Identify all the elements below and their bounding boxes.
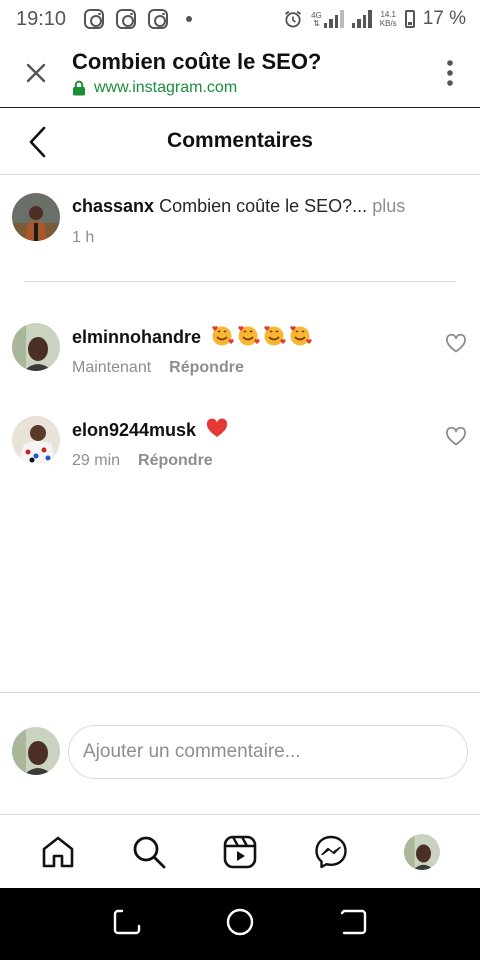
instagram-notification-icon bbox=[116, 9, 137, 29]
comment-username[interactable]: elon9244musk bbox=[72, 420, 196, 440]
avatar-image bbox=[12, 727, 60, 775]
red-heart-icon bbox=[206, 418, 228, 437]
comment-input[interactable] bbox=[68, 725, 468, 779]
close-tab-button[interactable] bbox=[0, 62, 72, 84]
network-speed: 14.1 KB/s bbox=[379, 10, 397, 28]
comment-item: elon9244musk 29 min Répondre bbox=[12, 416, 468, 470]
back-button[interactable] bbox=[28, 124, 58, 160]
search-icon bbox=[133, 836, 166, 868]
messenger-icon bbox=[315, 835, 347, 868]
comment-emoji bbox=[210, 323, 312, 347]
browser-toolbar: Combien coûte le SEO? www.instagram.com bbox=[0, 38, 480, 108]
nav-search-button[interactable] bbox=[129, 832, 169, 872]
battery-percent: 17 % bbox=[422, 8, 466, 29]
recents-button[interactable] bbox=[112, 907, 142, 942]
close-icon bbox=[26, 63, 46, 82]
lock-icon bbox=[73, 80, 85, 95]
system-navigation-bar bbox=[0, 888, 480, 960]
avatar[interactable] bbox=[12, 323, 60, 371]
home-system-button[interactable] bbox=[225, 907, 255, 942]
header-title: Commentaires bbox=[167, 129, 313, 152]
comment-emoji bbox=[205, 416, 229, 440]
caption-time: 1 h bbox=[72, 229, 95, 246]
avatar bbox=[12, 727, 60, 775]
post-caption: chassanx Combien coûte le SEO?... plus 1… bbox=[12, 193, 468, 247]
comment-time: Maintenant bbox=[72, 359, 152, 376]
caption-text: Combien coûte le SEO?... bbox=[159, 196, 368, 216]
smiling-face-with-hearts-icon bbox=[212, 326, 234, 346]
nav-messenger-button[interactable] bbox=[311, 832, 351, 872]
alarm-icon bbox=[285, 10, 302, 28]
caption-username[interactable]: chassanx bbox=[72, 196, 154, 216]
avatar-image bbox=[12, 416, 60, 464]
notification-icons bbox=[84, 9, 193, 29]
avatar-image bbox=[12, 323, 60, 371]
smiling-face-with-hearts-icon bbox=[238, 326, 260, 346]
smiling-face-with-hearts-icon bbox=[290, 326, 312, 346]
chevron-left-icon bbox=[29, 126, 46, 158]
instagram-notification-icon bbox=[84, 9, 105, 29]
avatar bbox=[404, 833, 441, 870]
signal-strength-icon bbox=[323, 10, 344, 28]
nav-reels-button[interactable] bbox=[220, 832, 260, 872]
nav-profile-button[interactable] bbox=[402, 832, 442, 872]
reply-button[interactable]: Répondre bbox=[138, 452, 213, 470]
bottom-navigation bbox=[0, 814, 480, 888]
avatar-image bbox=[12, 193, 60, 241]
divider bbox=[24, 281, 456, 282]
page-title: Combien coûte le SEO? bbox=[72, 48, 322, 74]
comments-header: Commentaires bbox=[0, 108, 480, 175]
comment-composer bbox=[0, 692, 480, 814]
heart-icon[interactable] bbox=[444, 331, 468, 355]
status-time: 19:10 bbox=[16, 7, 67, 30]
more-vertical-icon bbox=[447, 59, 453, 86]
comment-username[interactable]: elminnohandre bbox=[72, 327, 201, 347]
reply-button[interactable]: Répondre bbox=[169, 359, 244, 377]
more-notifications-dot-icon bbox=[186, 16, 193, 22]
nav-home-button[interactable] bbox=[38, 832, 78, 872]
back-system-button[interactable] bbox=[338, 907, 368, 942]
battery-icon bbox=[404, 10, 415, 28]
recents-icon bbox=[113, 909, 140, 934]
status-bar: 19:10 4G ⇅ 14.1 KB/s 17 % bbox=[16, 7, 466, 30]
smiling-face-with-hearts-icon bbox=[264, 326, 286, 346]
overflow-menu-button[interactable] bbox=[420, 59, 480, 87]
avatar[interactable] bbox=[12, 193, 60, 241]
reels-icon bbox=[223, 835, 257, 868]
comment-item: elminnohandre Maintenant Répondre bbox=[12, 323, 468, 377]
home-icon bbox=[42, 836, 73, 867]
heart-icon[interactable] bbox=[444, 424, 468, 448]
signal-strength-icon bbox=[351, 10, 372, 28]
home-circle-icon bbox=[226, 908, 254, 935]
caption-more-link[interactable]: plus bbox=[372, 196, 405, 216]
comment-time: 29 min bbox=[72, 452, 121, 469]
avatar[interactable] bbox=[12, 416, 60, 464]
page-url[interactable]: www.instagram.com bbox=[94, 79, 237, 97]
avatar-image bbox=[404, 833, 441, 870]
instagram-notification-icon bbox=[148, 9, 169, 29]
back-system-icon bbox=[341, 909, 367, 934]
